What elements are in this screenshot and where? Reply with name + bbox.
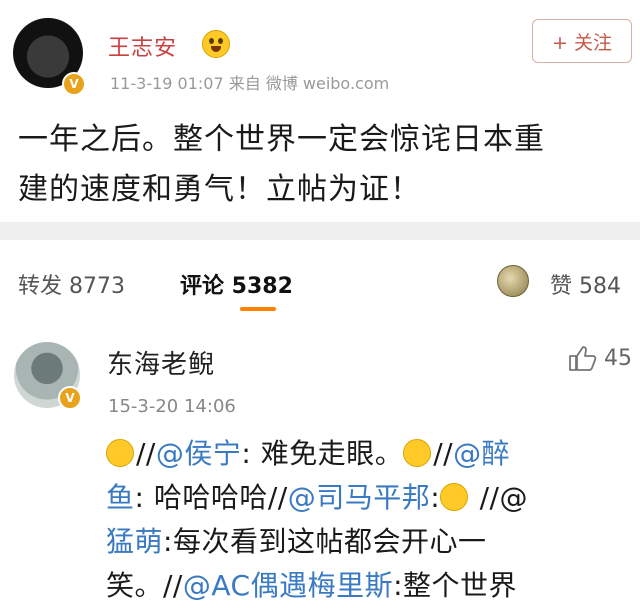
comment-text-part: :	[430, 481, 441, 514]
tab-likes[interactable]: 赞 584	[550, 268, 621, 300]
like-icon[interactable]	[497, 265, 529, 297]
post-tabs: 转发 8773 评论 5382 赞 584	[0, 240, 640, 562]
comment-text-part: //	[136, 437, 156, 470]
comment-line: 猛萌:每次看到这帖都会开心一	[106, 520, 626, 564]
commenter-name[interactable]: 东海老鲵	[107, 344, 215, 381]
emoji-icon	[202, 30, 230, 58]
mention-link[interactable]: @醉	[453, 437, 510, 470]
follow-button[interactable]: + 关注	[532, 19, 632, 63]
post-card: V 王志安 11-3-19 01:07 来自 微博 weibo.com + 关注…	[0, 0, 640, 222]
thumbs-up-icon[interactable]	[568, 344, 598, 372]
mention-link[interactable]: @AC偶遇梅里斯	[183, 569, 393, 602]
post-content: 一年之后。整个世界一定会惊诧日本重 建的速度和勇气！立帖为证！	[18, 115, 628, 215]
comment-line: 笑。//@AC偶遇梅里斯:整个世界	[106, 564, 626, 608]
mention-link[interactable]: @司马平邦	[288, 481, 431, 514]
comment-text-part: :整个世界	[393, 569, 518, 602]
comment-text-part: //	[433, 437, 454, 470]
post-text-line: 一年之后。整个世界一定会惊诧日本重	[18, 122, 545, 157]
mention-link[interactable]: 猛萌	[106, 525, 163, 558]
tab-active-indicator	[240, 307, 276, 311]
section-divider	[0, 222, 640, 240]
comment-line: //@侯宁: 难免走眼。//@醉	[106, 432, 626, 476]
verified-badge-icon: V	[62, 72, 86, 96]
comment-text-part: : 难免走眼。	[241, 437, 404, 470]
post-text-line: 建的速度和勇气！立帖为证！	[18, 172, 421, 207]
verified-badge-icon: V	[58, 386, 82, 410]
post-meta: 11-3-19 01:07 来自 微博 weibo.com	[110, 74, 390, 93]
mention-link[interactable]: @侯宁	[156, 437, 242, 470]
comment-text-part: //@	[470, 481, 528, 514]
comment-time: 15-3-20 14:06	[108, 396, 236, 417]
comment-text-part: 笑。//	[106, 569, 183, 602]
emoji-icon	[403, 439, 432, 467]
tab-repost[interactable]: 转发 8773	[18, 268, 125, 300]
comment-line: 鱼: 哈哈哈哈//@司马平邦: //@	[106, 476, 626, 520]
comment-like-count: 45	[604, 346, 632, 371]
tab-comment[interactable]: 评论 5382	[180, 268, 293, 300]
comment-text-part: :每次看到这帖都会开心一	[163, 525, 487, 558]
emoji-icon	[440, 483, 469, 511]
comment-item: V 东海老鲵 15-3-20 14:06 45 //@侯宁: 难免走眼。//@醉…	[0, 322, 640, 610]
author-name[interactable]: 王志安	[108, 30, 177, 62]
mention-link[interactable]: 鱼	[106, 481, 135, 514]
emoji-icon	[106, 439, 134, 467]
comment-text-part: : 哈哈哈哈//	[134, 481, 288, 514]
comment-text: //@侯宁: 难免走眼。//@醉 鱼: 哈哈哈哈//@司马平邦: //@ 猛萌:…	[106, 432, 626, 608]
